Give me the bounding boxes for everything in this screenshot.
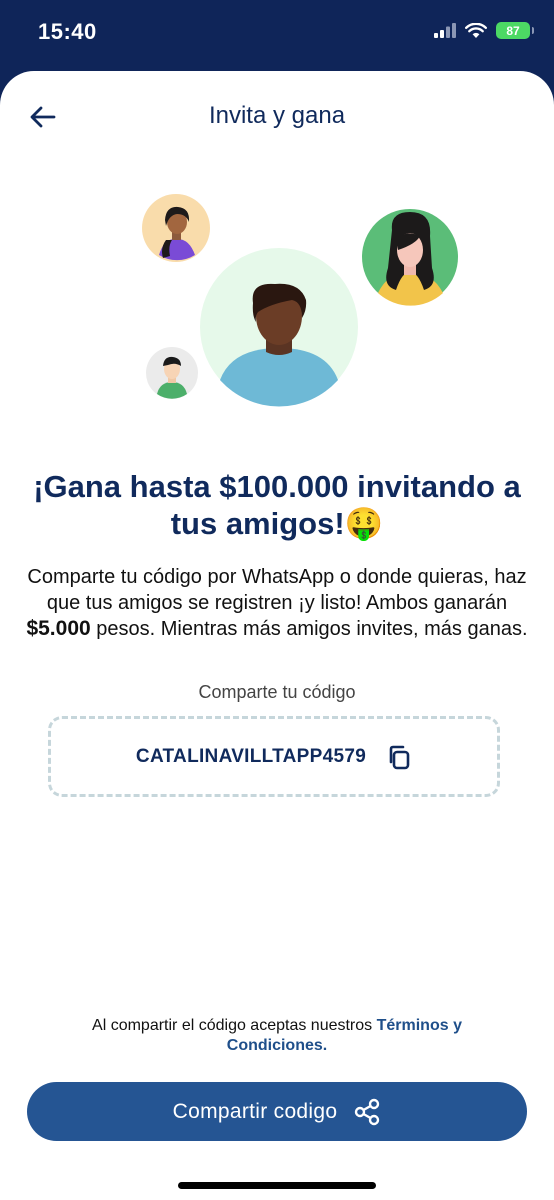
referral-code: CATALINAVILLTAPP4579 — [135, 745, 367, 767]
headline: ¡Gana hasta $100.000 invitando a tus ami… — [33, 469, 521, 541]
share-button-label: Compartir codigo — [172, 1099, 338, 1123]
copy-button[interactable] — [386, 744, 412, 770]
avatar-woman-green — [362, 209, 458, 306]
referral-code-box[interactable]: CATALINAVILLTAPP4579 — [48, 716, 500, 797]
terms-notice: Al compartir el código aceptas nuestros … — [40, 1016, 514, 1056]
reward-amount: $5.000 — [26, 617, 91, 640]
description-text-1: Comparte tu código por WhatsApp o donde … — [27, 566, 527, 614]
avatar-boy-small — [146, 347, 198, 399]
share-icon — [355, 1098, 380, 1125]
share-code-button[interactable]: Compartir codigo — [27, 1082, 527, 1141]
share-code-label: Comparte tu código — [198, 682, 356, 702]
terms-prefix: Al compartir el código aceptas nuestros — [92, 1017, 377, 1034]
home-indicator — [178, 1182, 376, 1189]
avatar-woman-purple — [142, 194, 210, 262]
friends-illustration — [142, 194, 458, 407]
avatar-man-center — [200, 248, 358, 407]
description-text-2: pesos. Mientras más amigos invites, más … — [90, 618, 528, 640]
description: Comparte tu código por WhatsApp o donde … — [24, 565, 530, 643]
copy-icon — [389, 745, 410, 769]
